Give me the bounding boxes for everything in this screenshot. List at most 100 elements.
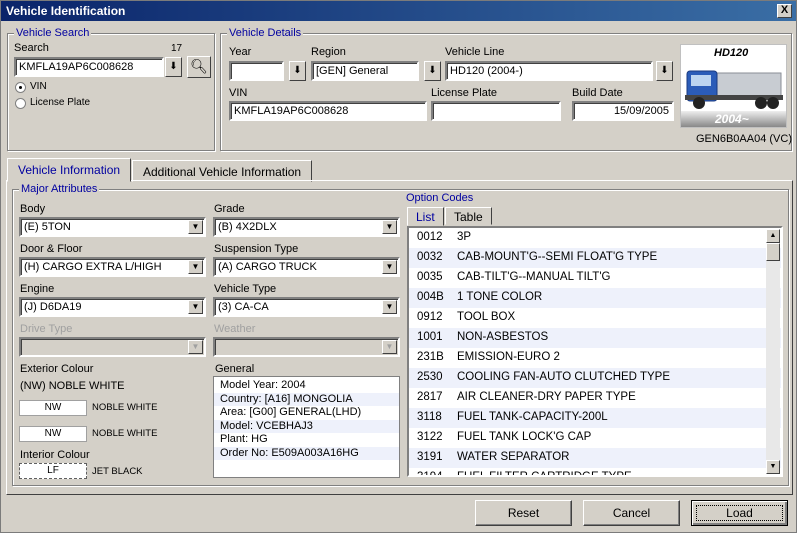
license-plate-label: License Plate bbox=[431, 87, 498, 99]
scroll-thumb[interactable] bbox=[766, 243, 780, 261]
exterior-swatch-1: NW bbox=[19, 400, 87, 416]
build-date-field[interactable]: 15/09/2005 bbox=[572, 101, 674, 121]
option-code-row[interactable]: 231B EMISSION-EURO 2 bbox=[409, 348, 781, 368]
general-row: Plant: HG bbox=[220, 433, 268, 445]
option-codes-title: Option Codes bbox=[406, 192, 474, 204]
license-plate-radio-label: License Plate bbox=[30, 97, 91, 108]
general-label: General bbox=[215, 363, 255, 375]
suspension-dropdown-icon[interactable]: ▼ bbox=[382, 260, 397, 274]
option-list-scrollbar[interactable]: ▲ ▼ bbox=[766, 229, 780, 474]
drive-type-combo: ▼ bbox=[19, 337, 206, 357]
option-description: CAB-MOUNT'G--SEMI FLOAT'G TYPE bbox=[457, 251, 658, 263]
option-description: FUEL TANK-CAPACITY-200L bbox=[457, 411, 608, 423]
option-description: AIR CLEANER-DRY PAPER TYPE bbox=[457, 391, 636, 403]
engine-combo[interactable]: (J) D6DA19 ▼ bbox=[19, 297, 206, 317]
option-description: NON-ASBESTOS bbox=[457, 331, 549, 343]
option-code-row[interactable]: 3191 WATER SEPARATOR bbox=[409, 448, 781, 468]
vehicle-image-year: 2004~ bbox=[715, 112, 749, 126]
option-code: 0912 bbox=[417, 311, 443, 323]
body-combo[interactable]: (E) 5TON ▼ bbox=[19, 217, 206, 237]
reset-button[interactable]: Reset bbox=[475, 500, 572, 526]
vin-field[interactable]: KMFLA19AP6C008628 bbox=[229, 101, 427, 121]
vin-radio[interactable] bbox=[15, 82, 26, 93]
region-dropdown-icon[interactable]: ⬇ bbox=[424, 61, 441, 81]
scroll-up-icon[interactable]: ▲ bbox=[766, 229, 780, 243]
engine-label: Engine bbox=[20, 283, 55, 295]
grade-combo[interactable]: (B) 4X2DLX ▼ bbox=[213, 217, 400, 237]
option-code: 3194 bbox=[417, 471, 443, 477]
scroll-down-icon[interactable]: ▼ bbox=[766, 460, 780, 474]
window-title: Vehicle Identification bbox=[6, 4, 126, 18]
search-magnifier-icon[interactable]: 🔍︎ bbox=[187, 56, 211, 78]
vehicle-details-group: Vehicle Details Year ⬇ Region [GEN] Gene… bbox=[220, 27, 792, 151]
door-floor-dropdown-icon[interactable]: ▼ bbox=[188, 260, 203, 274]
body-dropdown-icon[interactable]: ▼ bbox=[188, 220, 203, 234]
search-history-dropdown-icon[interactable]: ⬇ bbox=[165, 57, 182, 77]
license-plate-field[interactable] bbox=[431, 101, 561, 121]
option-code: 2817 bbox=[417, 391, 443, 403]
vin-label: VIN bbox=[229, 87, 248, 99]
vehicle-type-combo[interactable]: (3) CA-CA ▼ bbox=[213, 297, 400, 317]
general-row: Model Year: 2004 bbox=[220, 379, 306, 391]
license-plate-radio[interactable] bbox=[15, 98, 26, 109]
option-code-row[interactable]: 3122 FUEL TANK LOCK'G CAP bbox=[409, 428, 781, 448]
option-code-row[interactable]: 2530 COOLING FAN-AUTO CLUTCHED TYPE bbox=[409, 368, 781, 388]
drive-type-label: Drive Type bbox=[20, 323, 73, 335]
region-combo[interactable]: [GEN] General bbox=[311, 61, 419, 81]
door-floor-label: Door & Floor bbox=[20, 243, 83, 255]
vehicle-type-label: Vehicle Type bbox=[214, 283, 277, 295]
option-code-row[interactable]: 2817 AIR CLEANER-DRY PAPER TYPE bbox=[409, 388, 781, 408]
engine-dropdown-icon[interactable]: ▼ bbox=[188, 300, 203, 314]
search-input[interactable]: KMFLA19AP6C008628 bbox=[14, 57, 164, 77]
option-description: CAB-TILT'G--MANUAL TILT'G bbox=[457, 271, 611, 283]
option-code-row[interactable]: 0012 3P bbox=[409, 228, 781, 248]
option-code-row[interactable]: 3194 FUEL FILTER CARTRIDGE TYPE bbox=[409, 468, 781, 477]
option-code-row[interactable]: 0035 CAB-TILT'G--MANUAL TILT'G bbox=[409, 268, 781, 288]
year-label: Year bbox=[229, 46, 252, 58]
option-description: WATER SEPARATOR bbox=[457, 451, 570, 463]
major-attributes-title: Major Attributes bbox=[19, 183, 100, 195]
vehicle-type-dropdown-icon[interactable]: ▼ bbox=[382, 300, 397, 314]
option-tab-table[interactable]: Table bbox=[445, 207, 492, 225]
year-dropdown-icon[interactable]: ⬇ bbox=[289, 61, 306, 81]
vehicle-line-combo[interactable]: HD120 (2004-) bbox=[445, 61, 653, 81]
general-row: Area: [G00] GENERAL(LHD) bbox=[220, 406, 362, 418]
option-code: 1001 bbox=[417, 331, 443, 343]
vehicle-search-title: Vehicle Search bbox=[14, 27, 92, 39]
interior-colour-label: Interior Colour bbox=[20, 449, 90, 461]
suspension-label: Suspension Type bbox=[214, 243, 299, 255]
exterior-colour-label: Exterior Colour bbox=[20, 363, 94, 375]
vehicle-image-title: HD120 bbox=[714, 47, 749, 59]
close-button[interactable]: X bbox=[777, 4, 792, 18]
option-codes-list[interactable]: 0012 3P 0032 CAB-MOUNT'G--SEMI FLOAT'G TYPE… bbox=[407, 226, 783, 477]
major-attributes-group: Major Attributes Body (E) 5TON ▼ Grade (… bbox=[12, 183, 789, 486]
vehicle-line-dropdown-icon[interactable]: ⬇ bbox=[656, 61, 673, 81]
exterior-colour-value: (NW) NOBLE WHITE bbox=[20, 380, 125, 392]
exterior-swatch-2: NW bbox=[19, 426, 87, 442]
option-tab-list[interactable]: List bbox=[407, 207, 444, 226]
option-description: 1 TONE COLOR bbox=[457, 291, 543, 303]
year-combo[interactable] bbox=[229, 61, 284, 81]
suspension-combo[interactable]: (A) CARGO TRUCK ▼ bbox=[213, 257, 400, 277]
load-button[interactable]: Load bbox=[691, 500, 788, 526]
option-code-row[interactable]: 1001 NON-ASBESTOS bbox=[409, 328, 781, 348]
tab-vehicle-information[interactable]: Vehicle Information bbox=[7, 158, 132, 182]
vehicle-code: GEN6B0AA04 (VC) bbox=[696, 133, 792, 145]
grade-dropdown-icon[interactable]: ▼ bbox=[382, 220, 397, 234]
option-rows: 0012 3P 0032 CAB-MOUNT'G--SEMI FLOAT'G TYPE… bbox=[409, 228, 781, 477]
cancel-button[interactable]: Cancel bbox=[583, 500, 680, 526]
vin-radio-label: VIN bbox=[30, 81, 47, 92]
option-code-row[interactable]: 3118 FUEL TANK-CAPACITY-200L bbox=[409, 408, 781, 428]
option-code-row[interactable]: 004B 1 TONE COLOR bbox=[409, 288, 781, 308]
option-code: 0012 bbox=[417, 231, 443, 243]
weather-combo: ▼ bbox=[213, 337, 400, 357]
door-floor-combo[interactable]: (H) CARGO EXTRA L/HIGH ▼ bbox=[19, 257, 206, 277]
search-label: Search bbox=[14, 42, 49, 54]
option-description: EMISSION-EURO 2 bbox=[457, 351, 560, 363]
region-label: Region bbox=[311, 46, 346, 58]
exterior-swatch-1-name: NOBLE WHITE bbox=[92, 402, 158, 413]
option-code-row[interactable]: 0912 TOOL BOX bbox=[409, 308, 781, 328]
general-info-box: Model Year: 2004 Country: [A16] MONGOLIA… bbox=[213, 376, 400, 478]
option-code-row[interactable]: 0032 CAB-MOUNT'G--SEMI FLOAT'G TYPE bbox=[409, 248, 781, 268]
tab-additional-vehicle-information[interactable]: Additional Vehicle Information bbox=[132, 160, 313, 182]
